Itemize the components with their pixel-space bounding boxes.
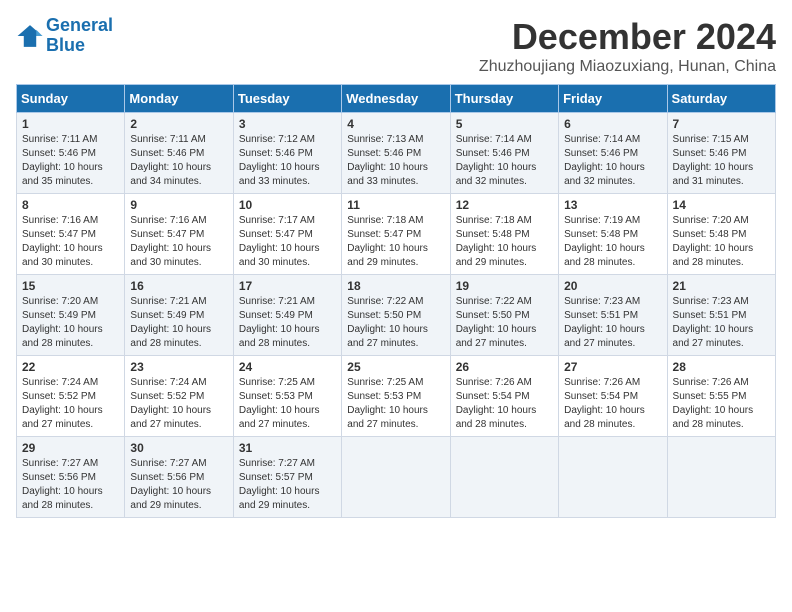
day-14: 14 Sunrise: 7:20 AMSunset: 5:48 PMDaylig… xyxy=(667,194,775,275)
day-9: 9 Sunrise: 7:16 AMSunset: 5:47 PMDayligh… xyxy=(125,194,233,275)
day-16: 16 Sunrise: 7:21 AMSunset: 5:49 PMDaylig… xyxy=(125,275,233,356)
logo: General Blue xyxy=(16,16,113,56)
day-19: 19 Sunrise: 7:22 AMSunset: 5:50 PMDaylig… xyxy=(450,275,558,356)
day-2: 2 Sunrise: 7:11 AMSunset: 5:46 PMDayligh… xyxy=(125,113,233,194)
day-1: 1 Sunrise: 7:11 AMSunset: 5:46 PMDayligh… xyxy=(17,113,125,194)
header-saturday: Saturday xyxy=(667,85,775,113)
header-tuesday: Tuesday xyxy=(233,85,341,113)
day-3: 3 Sunrise: 7:12 AMSunset: 5:46 PMDayligh… xyxy=(233,113,341,194)
day-20: 20 Sunrise: 7:23 AMSunset: 5:51 PMDaylig… xyxy=(559,275,667,356)
week-row-3: 15 Sunrise: 7:20 AMSunset: 5:49 PMDaylig… xyxy=(17,275,776,356)
day-6: 6 Sunrise: 7:14 AMSunset: 5:46 PMDayligh… xyxy=(559,113,667,194)
day-26: 26 Sunrise: 7:26 AMSunset: 5:54 PMDaylig… xyxy=(450,356,558,437)
day-11: 11 Sunrise: 7:18 AMSunset: 5:47 PMDaylig… xyxy=(342,194,450,275)
day-5: 5 Sunrise: 7:14 AMSunset: 5:46 PMDayligh… xyxy=(450,113,558,194)
calendar-subtitle: Zhuzhoujiang Miaozuxiang, Hunan, China xyxy=(479,58,776,76)
day-21: 21 Sunrise: 7:23 AMSunset: 5:51 PMDaylig… xyxy=(667,275,775,356)
day-25: 25 Sunrise: 7:25 AMSunset: 5:53 PMDaylig… xyxy=(342,356,450,437)
week-row-2: 8 Sunrise: 7:16 AMSunset: 5:47 PMDayligh… xyxy=(17,194,776,275)
day-7: 7 Sunrise: 7:15 AMSunset: 5:46 PMDayligh… xyxy=(667,113,775,194)
day-15: 15 Sunrise: 7:20 AMSunset: 5:49 PMDaylig… xyxy=(17,275,125,356)
page-header: General Blue December 2024 Zhuzhoujiang … xyxy=(16,16,776,76)
empty-cell-1 xyxy=(342,437,450,518)
week-row-5: 29 Sunrise: 7:27 AMSunset: 5:56 PMDaylig… xyxy=(17,437,776,518)
logo-general: General xyxy=(46,15,113,35)
day-18: 18 Sunrise: 7:22 AMSunset: 5:50 PMDaylig… xyxy=(342,275,450,356)
day-30: 30 Sunrise: 7:27 AMSunset: 5:56 PMDaylig… xyxy=(125,437,233,518)
day-8: 8 Sunrise: 7:16 AMSunset: 5:47 PMDayligh… xyxy=(17,194,125,275)
header-thursday: Thursday xyxy=(450,85,558,113)
calendar-title: December 2024 xyxy=(479,16,776,58)
logo-blue: Blue xyxy=(46,35,85,55)
header-monday: Monday xyxy=(125,85,233,113)
empty-cell-4 xyxy=(667,437,775,518)
logo-icon xyxy=(16,22,44,50)
day-29: 29 Sunrise: 7:27 AMSunset: 5:56 PMDaylig… xyxy=(17,437,125,518)
day-24: 24 Sunrise: 7:25 AMSunset: 5:53 PMDaylig… xyxy=(233,356,341,437)
day-12: 12 Sunrise: 7:18 AMSunset: 5:48 PMDaylig… xyxy=(450,194,558,275)
header-row: Sunday Monday Tuesday Wednesday Thursday… xyxy=(17,85,776,113)
calendar-table: Sunday Monday Tuesday Wednesday Thursday… xyxy=(16,84,776,518)
empty-cell-2 xyxy=(450,437,558,518)
week-row-1: 1 Sunrise: 7:11 AMSunset: 5:46 PMDayligh… xyxy=(17,113,776,194)
header-sunday: Sunday xyxy=(17,85,125,113)
day-10: 10 Sunrise: 7:17 AMSunset: 5:47 PMDaylig… xyxy=(233,194,341,275)
logo-text: General Blue xyxy=(46,16,113,56)
title-area: December 2024 Zhuzhoujiang Miaozuxiang, … xyxy=(479,16,776,76)
day-13: 13 Sunrise: 7:19 AMSunset: 5:48 PMDaylig… xyxy=(559,194,667,275)
day-22: 22 Sunrise: 7:24 AMSunset: 5:52 PMDaylig… xyxy=(17,356,125,437)
header-friday: Friday xyxy=(559,85,667,113)
day-27: 27 Sunrise: 7:26 AMSunset: 5:54 PMDaylig… xyxy=(559,356,667,437)
empty-cell-3 xyxy=(559,437,667,518)
day-4: 4 Sunrise: 7:13 AMSunset: 5:46 PMDayligh… xyxy=(342,113,450,194)
header-wednesday: Wednesday xyxy=(342,85,450,113)
day-31: 31 Sunrise: 7:27 AMSunset: 5:57 PMDaylig… xyxy=(233,437,341,518)
day-17: 17 Sunrise: 7:21 AMSunset: 5:49 PMDaylig… xyxy=(233,275,341,356)
week-row-4: 22 Sunrise: 7:24 AMSunset: 5:52 PMDaylig… xyxy=(17,356,776,437)
day-23: 23 Sunrise: 7:24 AMSunset: 5:52 PMDaylig… xyxy=(125,356,233,437)
day-28: 28 Sunrise: 7:26 AMSunset: 5:55 PMDaylig… xyxy=(667,356,775,437)
